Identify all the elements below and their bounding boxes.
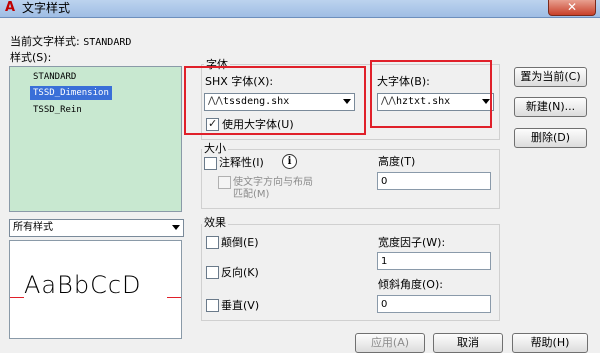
- backwards-label: 反向(K): [221, 266, 259, 279]
- close-button[interactable]: ✕: [548, 0, 596, 16]
- oblique-angle-label: 倾斜角度(O):: [378, 278, 443, 291]
- vertical-checkbox[interactable]: [206, 299, 219, 312]
- close-icon: ✕: [566, 0, 578, 14]
- current-style-caption: 当前文字样式:: [10, 35, 80, 48]
- backwards-checkbox[interactable]: [206, 266, 219, 279]
- list-item[interactable]: TSSD_Dimension: [30, 86, 112, 100]
- window-title: 文字样式: [22, 1, 71, 15]
- delete-button[interactable]: 删除(D): [514, 128, 587, 148]
- size-group-title: 大小: [202, 142, 228, 155]
- new-style-button[interactable]: 新建(N)...: [514, 97, 587, 117]
- width-factor-input[interactable]: 1: [377, 252, 491, 270]
- chevron-down-icon: [172, 225, 180, 230]
- info-icon[interactable]: i: [282, 154, 297, 169]
- current-style-label: 当前文字样式: STANDARD: [10, 35, 131, 49]
- cancel-button[interactable]: 取消: [433, 333, 503, 353]
- title-bar: A 文字样式 ✕: [0, 0, 600, 18]
- match-orientation-checkbox[interactable]: [218, 176, 231, 189]
- annotative-checkbox[interactable]: [204, 157, 217, 170]
- help-button[interactable]: 帮助(H): [512, 333, 588, 353]
- effects-group-title: 效果: [202, 216, 228, 229]
- height-label: 高度(T): [378, 155, 416, 168]
- upside-down-label: 颠倒(E): [221, 236, 259, 249]
- preview-guide-right: [167, 297, 181, 298]
- highlight-box-bigfont: [370, 60, 492, 128]
- match-orientation-label-2: 匹配(M): [233, 189, 270, 200]
- list-item[interactable]: STANDARD: [30, 70, 79, 84]
- preview-text: AaBbCcD: [24, 271, 142, 299]
- style-filter-value: 所有样式: [13, 222, 53, 233]
- set-current-button[interactable]: 置为当前(C): [514, 67, 587, 87]
- height-input[interactable]: 0: [377, 172, 491, 190]
- apply-button[interactable]: 应用(A): [355, 333, 425, 353]
- highlight-box-shx: [184, 66, 366, 135]
- upside-down-checkbox[interactable]: [206, 236, 219, 249]
- vertical-label: 垂直(V): [221, 299, 260, 312]
- style-list[interactable]: STANDARD TSSD_Dimension TSSD_Rein: [9, 66, 182, 212]
- style-filter-select[interactable]: 所有样式: [9, 219, 184, 237]
- annotative-label: 注释性(I): [219, 156, 264, 169]
- preview-pane: AaBbCcD: [9, 240, 182, 339]
- list-item[interactable]: TSSD_Rein: [30, 103, 85, 117]
- current-style-value: STANDARD: [83, 37, 132, 48]
- app-icon: A: [4, 0, 16, 15]
- styles-label: 样式(S):: [10, 51, 52, 64]
- oblique-angle-input[interactable]: 0: [377, 295, 491, 313]
- width-factor-label: 宽度因子(W):: [378, 236, 446, 249]
- preview-guide-left: [10, 297, 24, 298]
